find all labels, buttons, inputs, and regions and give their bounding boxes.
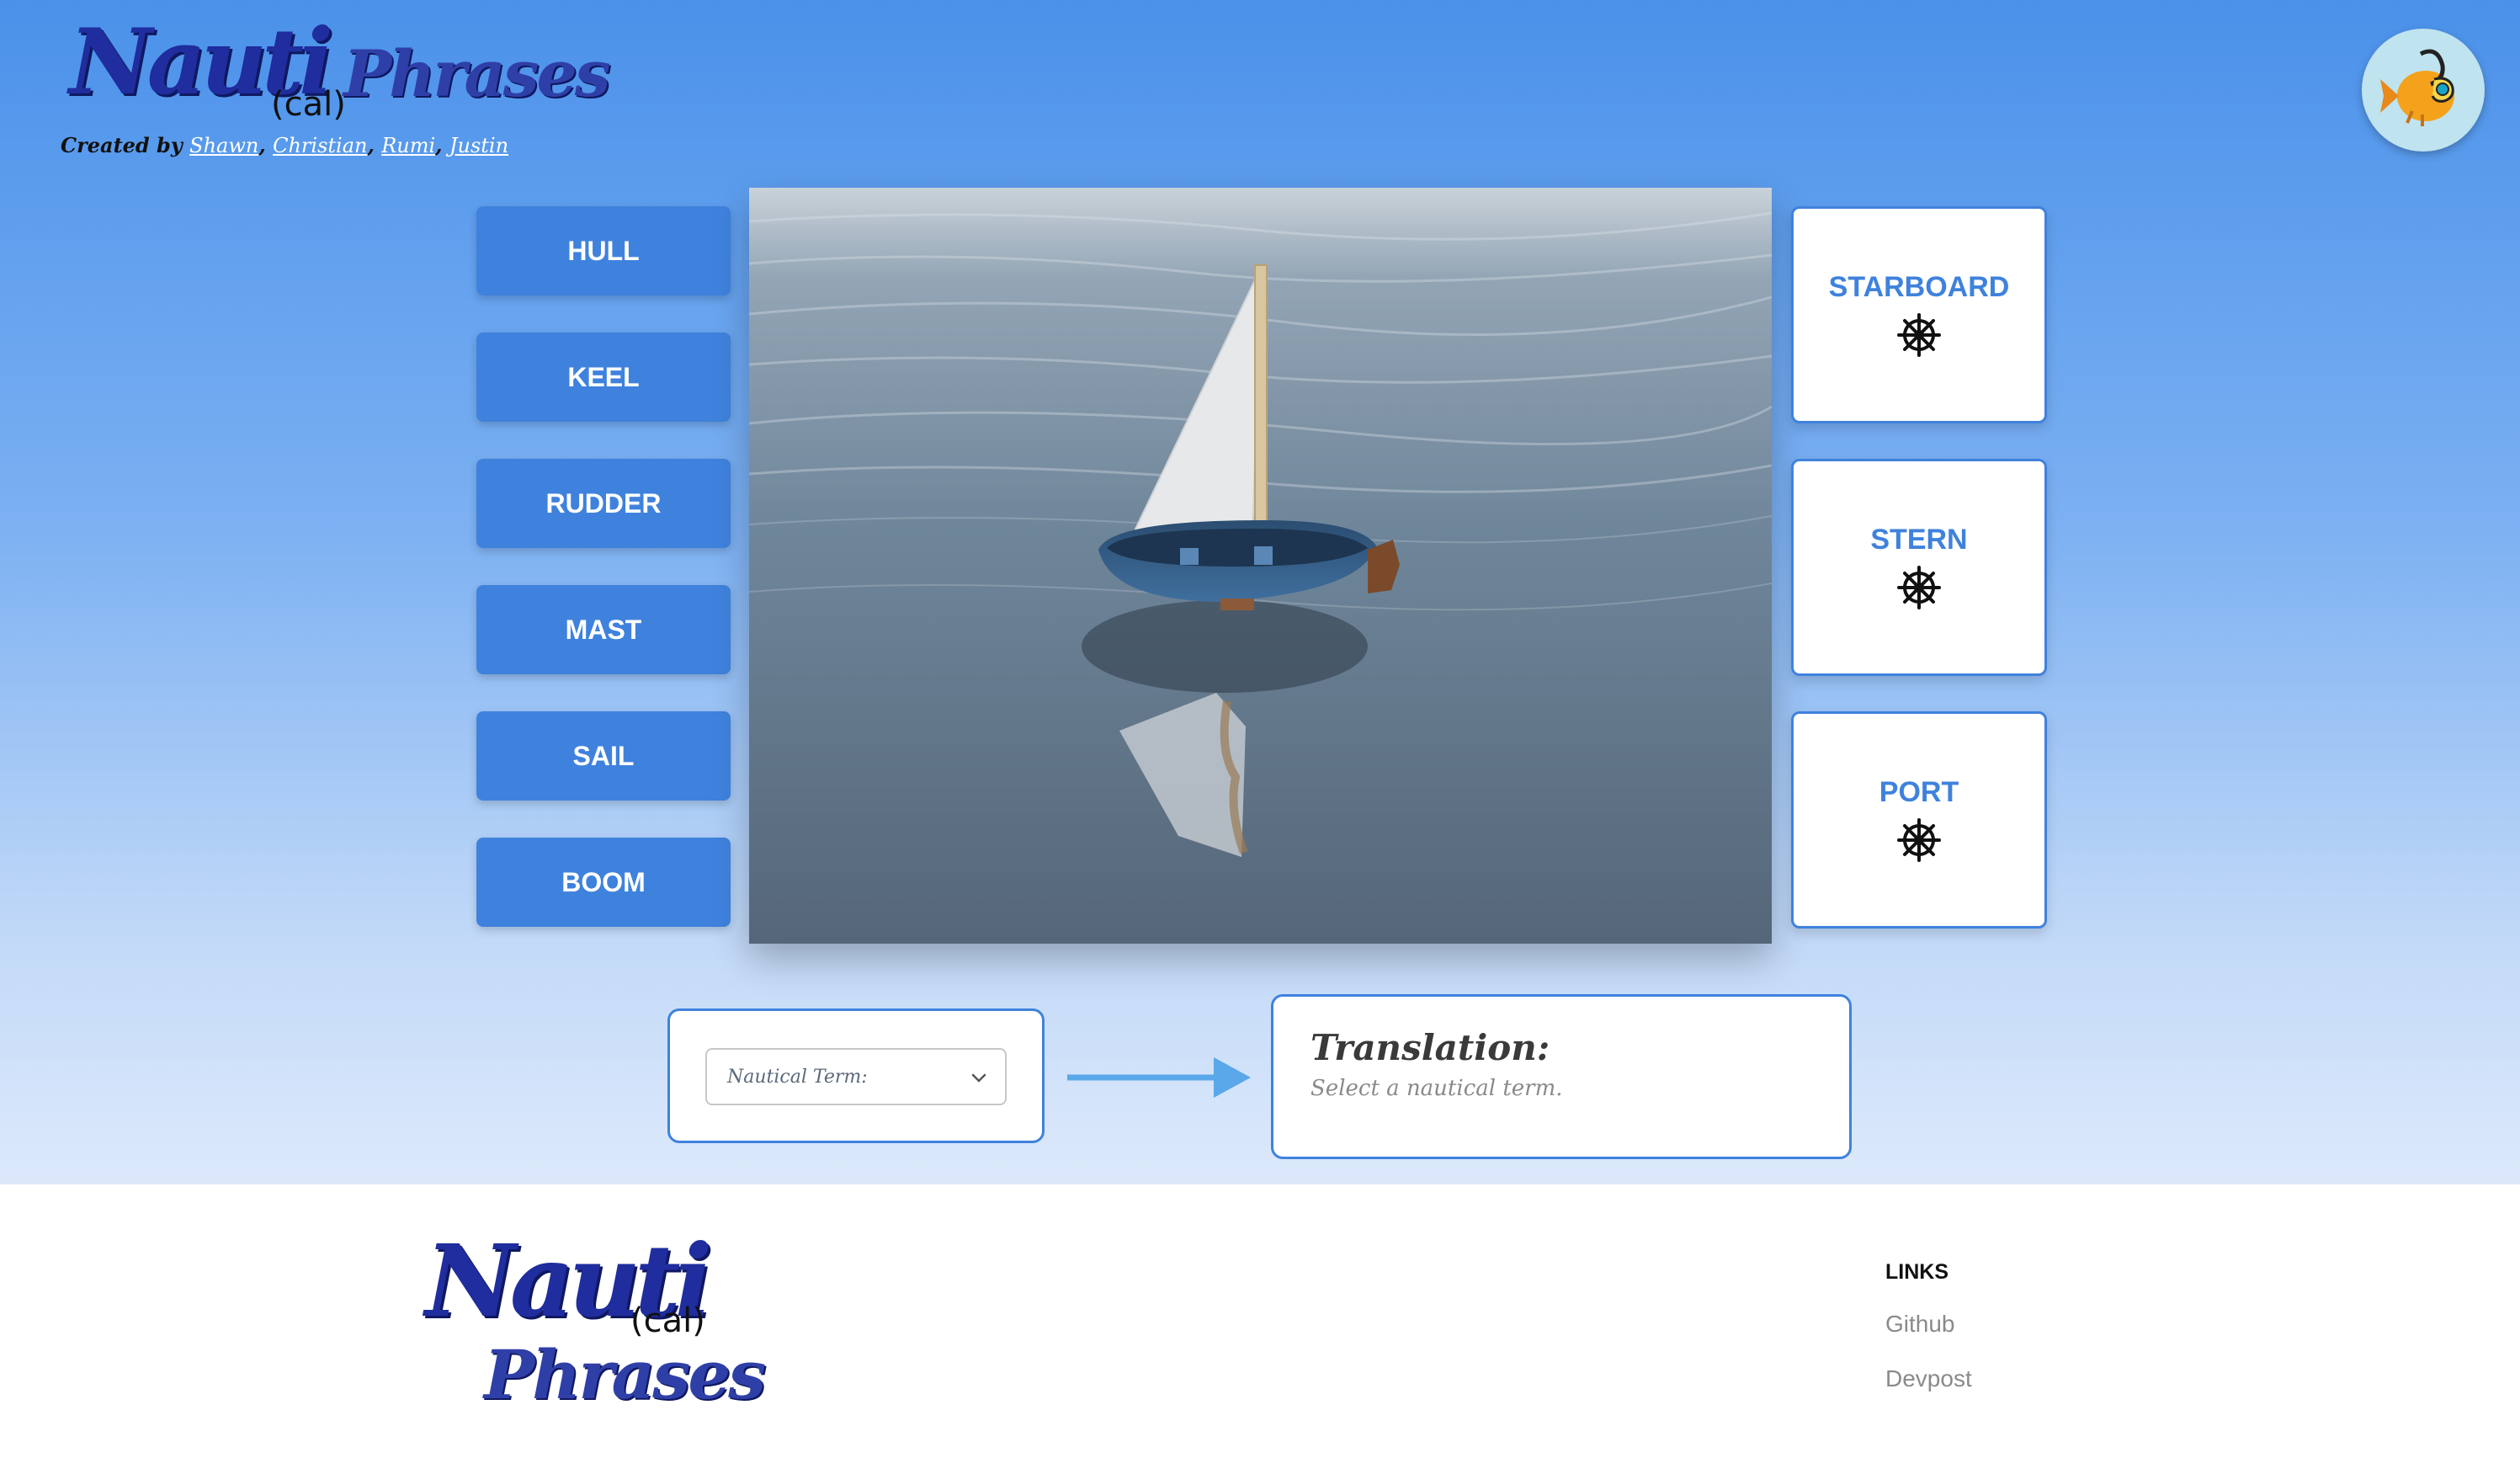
logo-cal: (cal) (271, 85, 346, 124)
translation-title: Translation: (1311, 1027, 1550, 1068)
links-heading: LINKS (1885, 1260, 1948, 1284)
ship-wheel-icon (1897, 566, 1941, 609)
footer-logo: Nauti (cal) Phrases (425, 1232, 766, 1442)
part-button-hull[interactable]: HULL (476, 206, 731, 295)
author-link-justin[interactable]: Justin (449, 134, 508, 157)
part-button-mast[interactable]: MAST (476, 585, 731, 674)
logo-phrases: Phrases (343, 36, 611, 111)
fish-avatar-icon[interactable] (2362, 29, 2485, 152)
hero-section: Nauti (cal) Phrases Created by Shawn, Ch… (0, 0, 2520, 1184)
author-link-shawn[interactable]: Shawn (189, 134, 258, 157)
site-logo[interactable]: Nauti (cal) Phrases (59, 17, 611, 135)
ship-wheel-icon (1897, 818, 1941, 862)
right-arrow-icon (1067, 1057, 1251, 1098)
direction-label-port: PORT (1879, 776, 1959, 808)
sailboat-3d-viewport[interactable] (749, 188, 1772, 944)
chevron-down-icon (971, 1073, 986, 1083)
footer-link-devpost[interactable]: Devpost (1885, 1365, 1972, 1392)
translation-placeholder: Select a nautical term. (1311, 1076, 1563, 1101)
credits-prefix: Created by (61, 133, 183, 157)
nautical-term-placeholder: Nautical Term: (727, 1066, 868, 1088)
part-button-rudder[interactable]: RUDDER (476, 459, 731, 548)
direction-label-starboard: STARBOARD (1828, 271, 2010, 303)
author-link-rumi[interactable]: Rumi (381, 134, 435, 157)
credits-line: Created by Shawn, Christian, Rumi, Justi… (61, 133, 509, 157)
nautical-term-select[interactable]: Nautical Term: (705, 1048, 1007, 1105)
term-select-panel: Nautical Term: (667, 1008, 1045, 1143)
direction-label-stern: STERN (1870, 524, 1968, 556)
part-button-sail[interactable]: SAIL (476, 711, 731, 801)
author-link-christian[interactable]: Christian (273, 134, 367, 157)
ship-wheel-icon (1897, 313, 1941, 357)
part-button-keel[interactable]: KEEL (476, 333, 731, 422)
footer: Nauti (cal) Phrases LINKS Github Devpost (0, 1184, 2520, 1458)
footer-logo-cal: (cal) (630, 1301, 705, 1340)
translation-panel: Translation: Select a nautical term. (1271, 994, 1852, 1159)
footer-logo-phrases: Phrases (484, 1335, 766, 1414)
direction-card-stern[interactable]: STERN (1791, 459, 2047, 676)
direction-card-port[interactable]: PORT (1791, 711, 2047, 929)
direction-card-starboard[interactable]: STARBOARD (1791, 206, 2047, 423)
footer-link-github[interactable]: Github (1885, 1311, 1955, 1338)
part-button-boom[interactable]: BOOM (476, 838, 731, 927)
